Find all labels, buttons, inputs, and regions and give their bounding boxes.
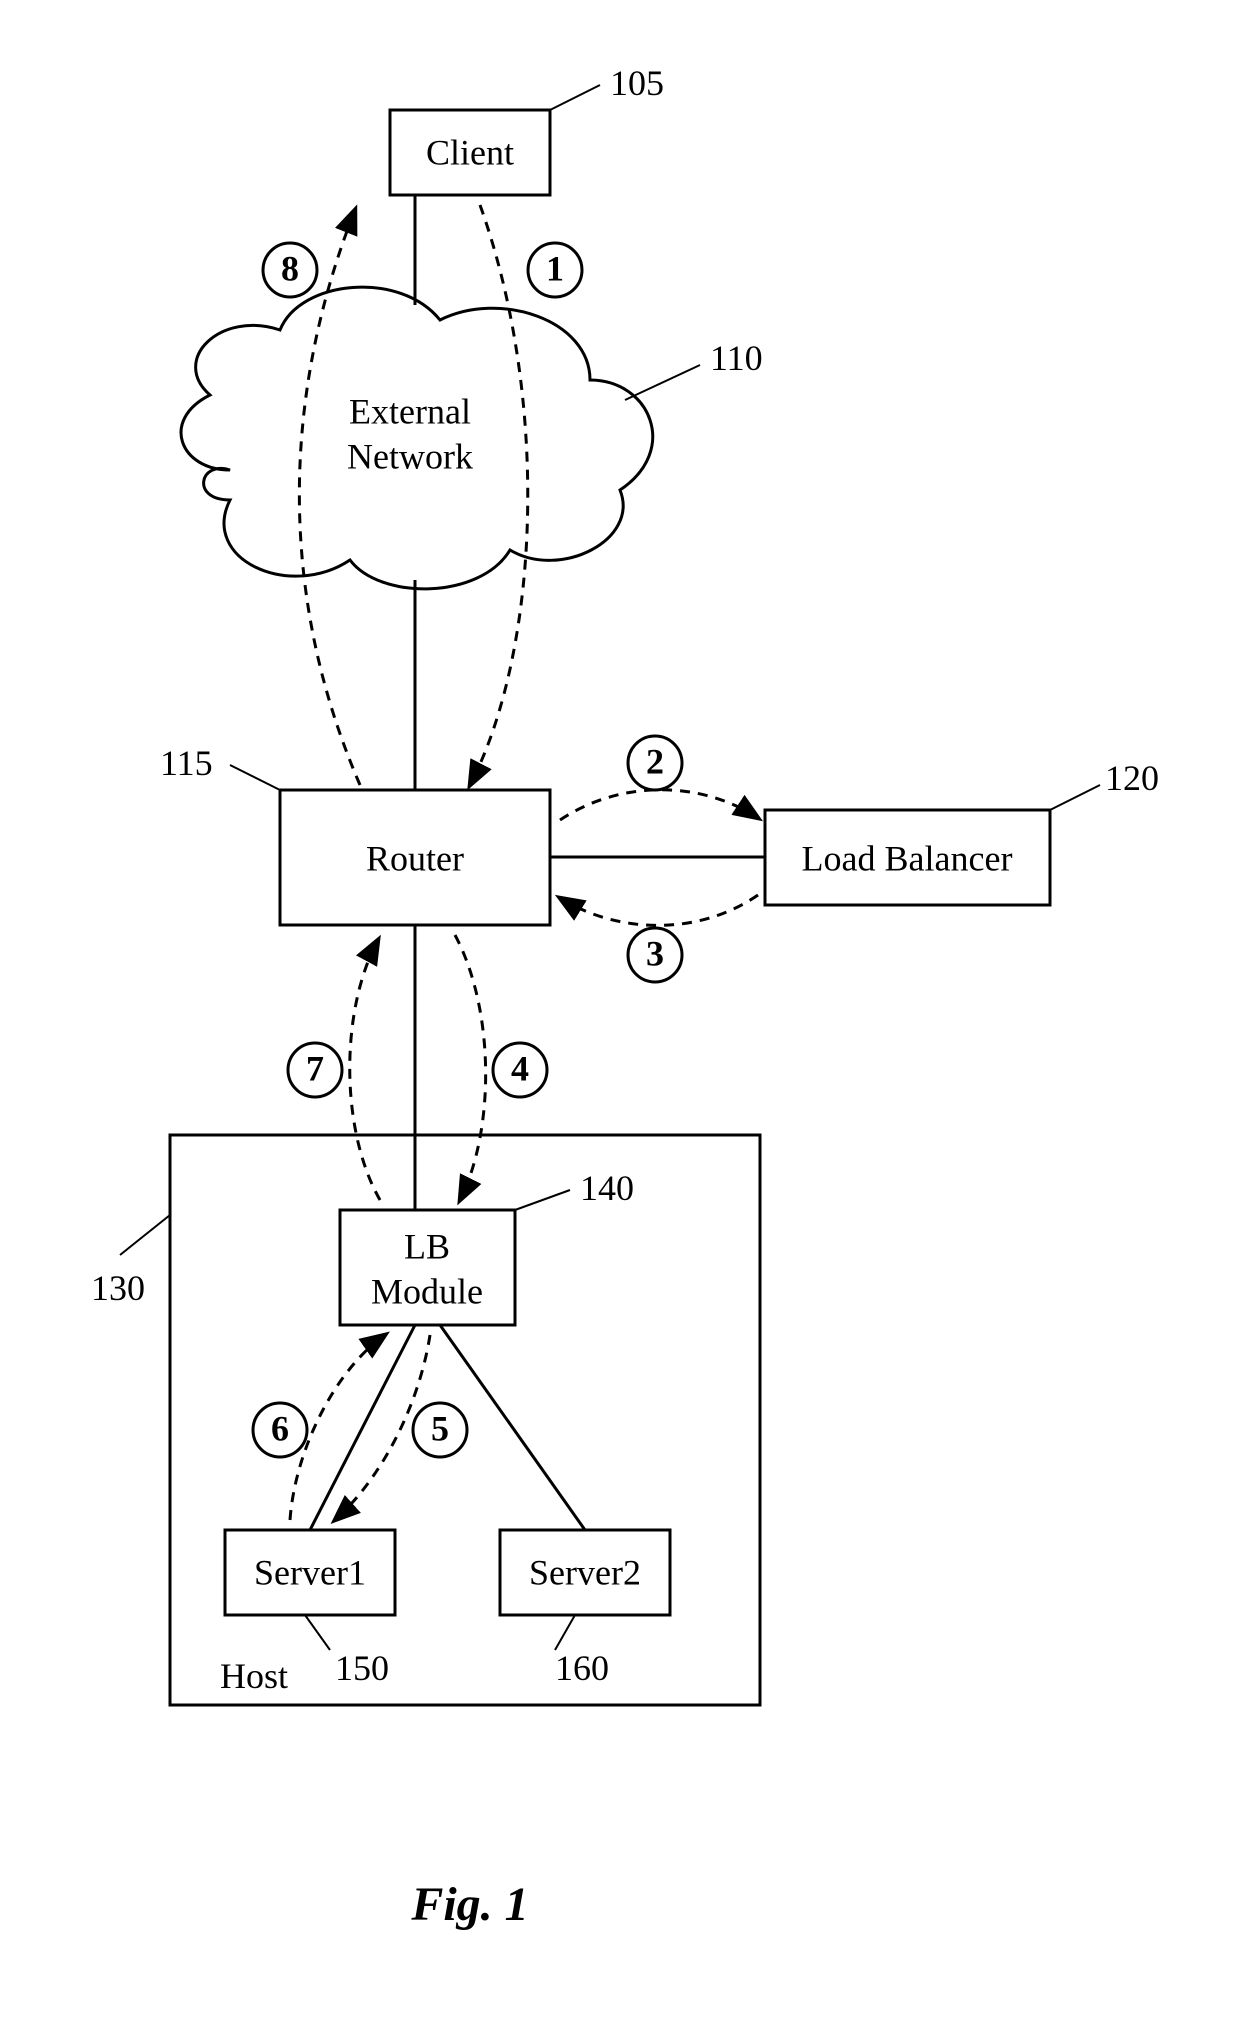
step-label-6: 6 xyxy=(271,1408,289,1448)
arrow-step-2 xyxy=(560,790,758,820)
step-label-1: 1 xyxy=(546,248,564,288)
router-label: Router xyxy=(366,838,464,878)
server2-label: Server2 xyxy=(529,1552,641,1592)
server1-label: Server1 xyxy=(254,1552,366,1592)
host-label: Host xyxy=(220,1656,288,1696)
server2-ref: 160 xyxy=(555,1648,609,1688)
step-label-8: 8 xyxy=(281,248,299,288)
client-ref-leader xyxy=(550,85,600,110)
step-label-4: 4 xyxy=(511,1048,529,1088)
lb-ref-leader xyxy=(1050,785,1100,810)
load-balancer-label: Load Balancer xyxy=(802,838,1013,878)
network-label2: Network xyxy=(347,436,473,476)
figure-label: Fig. 1 xyxy=(410,1878,528,1931)
lb-module-label1: LB xyxy=(404,1226,450,1266)
lb-ref: 120 xyxy=(1105,758,1159,798)
step-label-5: 5 xyxy=(431,1408,449,1448)
network-label1: External xyxy=(349,391,471,431)
step-label-7: 7 xyxy=(306,1048,324,1088)
client-label: Client xyxy=(426,132,514,172)
step-label-3: 3 xyxy=(646,933,664,973)
step-label-2: 2 xyxy=(646,741,664,781)
network-ref-leader xyxy=(625,365,700,400)
client-ref: 105 xyxy=(610,63,664,103)
router-ref-leader xyxy=(230,765,280,790)
host-ref-leader xyxy=(120,1215,170,1255)
network-diagram: Client 105 External Network 110 Router 1… xyxy=(0,0,1240,2037)
host-ref: 130 xyxy=(91,1268,145,1308)
lb-module-label2: Module xyxy=(371,1271,483,1311)
server1-ref: 150 xyxy=(335,1648,389,1688)
arrow-step-3 xyxy=(560,895,758,925)
router-ref: 115 xyxy=(160,743,213,783)
network-ref: 110 xyxy=(710,338,763,378)
lb-module-ref: 140 xyxy=(580,1168,634,1208)
